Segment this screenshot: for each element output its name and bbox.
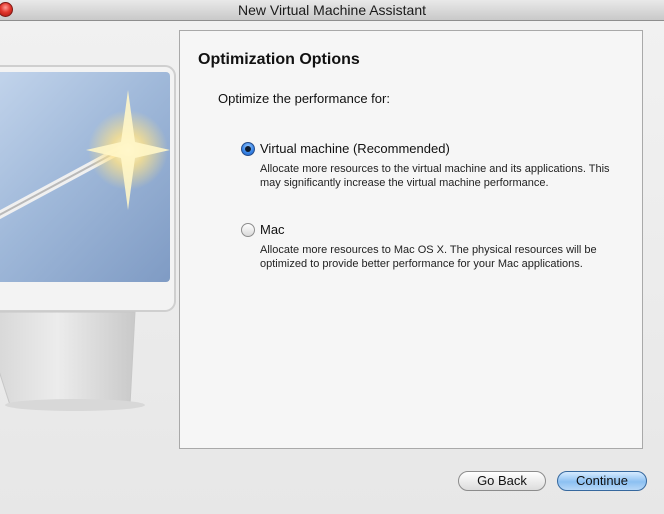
virtual-machine-option-description: Allocate more resources to the virtual m… [260, 163, 610, 189]
title-bar: New Virtual Machine Assistant [0, 0, 664, 21]
continue-button[interactable]: Continue [557, 471, 647, 491]
virtual-machine-option-label[interactable]: Virtual machine (Recommended) [260, 141, 450, 156]
virtual-machine-radio[interactable] [241, 142, 255, 156]
mac-radio[interactable] [241, 223, 255, 237]
assistant-window: New Virtual Machine Assistant Optimizati… [0, 0, 664, 514]
go-back-button[interactable]: Go Back [458, 471, 546, 491]
panel-heading: Optimization Options [198, 51, 360, 68]
options-panel: Optimization Options Optimize the perfor… [179, 30, 643, 449]
mac-option-label[interactable]: Mac [260, 222, 285, 237]
window-title: New Virtual Machine Assistant [237, 2, 427, 18]
imac-wizard-illustration [0, 65, 176, 411]
mac-option-description: Allocate more resources to Mac OS X. The… [260, 244, 597, 270]
performance-prompt: Optimize the performance for: [218, 91, 390, 106]
